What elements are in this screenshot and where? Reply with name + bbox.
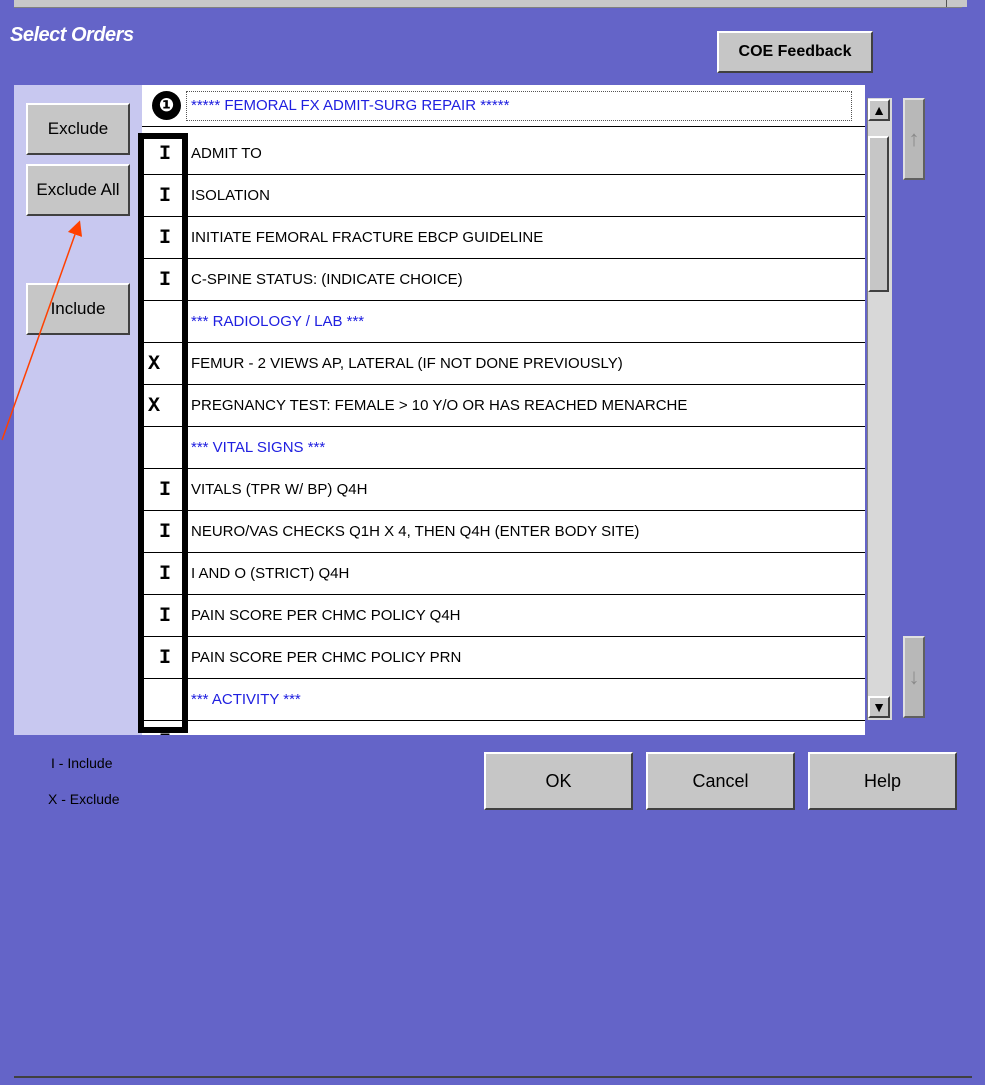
order-text: ***** FEMORAL FX ADMIT-SURG REPAIR *****: [191, 97, 510, 114]
include-button[interactable]: Include: [26, 283, 130, 335]
order-text: *** RADIOLOGY / LAB ***: [191, 313, 365, 330]
order-text: PREGNANCY TEST: FEMALE > 10 Y/O OR HAS R…: [191, 397, 688, 414]
order-text: I AND O (STRICT) Q4H: [191, 565, 350, 582]
page-down-button[interactable]: ↓: [903, 636, 925, 718]
order-text: INITIATE FEMORAL FRACTURE EBCP GUIDELINE: [191, 229, 544, 246]
order-row[interactable]: I ISOLATION: [142, 175, 865, 217]
scrollbar-thumb[interactable]: [868, 136, 889, 292]
window-title: Select Orders: [10, 24, 134, 46]
scroll-down-button[interactable]: ▼: [868, 696, 890, 718]
order-text: ISOLATION: [191, 187, 270, 204]
cancel-button[interactable]: Cancel: [646, 752, 795, 810]
section-header-row[interactable]: *** VITAL SIGNS ***: [142, 427, 865, 469]
coe-feedback-button[interactable]: COE Feedback: [717, 31, 873, 73]
order-row[interactable]: X PREGNANCY TEST: FEMALE > 10 Y/O OR HAS …: [142, 385, 865, 427]
order-row[interactable]: I C-SPINE STATUS: (INDICATE CHOICE): [142, 259, 865, 301]
order-text: PAIN SCORE PER CHMC POLICY PRN: [191, 649, 462, 666]
order-text: *** ACTIVITY ***: [191, 691, 301, 708]
order-row[interactable]: I ADMIT TO: [142, 133, 865, 175]
order-row[interactable]: X FEMUR - 2 VIEWS AP, LATERAL (IF NOT DON…: [142, 343, 865, 385]
down-arrow-icon: ↓: [908, 664, 920, 689]
order-row[interactable]: I PAIN SCORE PER CHMC POLICY Q4H: [142, 595, 865, 637]
order-row[interactable]: II AND O (STRICT) Q4H: [142, 553, 865, 595]
scroll-up-button[interactable]: ▲: [868, 99, 890, 121]
section-header-row[interactable]: ***** FEMORAL FX ADMIT-SURG REPAIR *****: [142, 85, 865, 127]
top-bar: [14, 0, 962, 8]
order-row[interactable]: I VITALS (TPR W/ BP) Q4H: [142, 469, 865, 511]
order-text: FEMUR - 2 VIEWS AP, LATERAL (IF NOT DONE…: [191, 355, 623, 372]
down-triangle-icon: ▼: [872, 699, 886, 715]
top-strip: [0, 0, 985, 12]
ok-button[interactable]: OK: [484, 752, 633, 810]
order-text: *** VITAL SIGNS ***: [191, 439, 326, 456]
order-text: VITALS (TPR W/ BP) Q4H: [191, 481, 368, 498]
help-button[interactable]: Help: [808, 752, 957, 810]
order-text: ADMIT TO: [191, 145, 262, 162]
legend-include: I - Include: [51, 755, 113, 771]
up-arrow-icon: ↑: [908, 126, 920, 151]
up-triangle-icon: ▲: [872, 102, 886, 118]
order-row[interactable]: IBEDREST (STRICT): [142, 721, 865, 736]
order-text: PAIN SCORE PER CHMC POLICY Q4H: [191, 607, 461, 624]
order-row[interactable]: I INITIATE FEMORAL FRACTURE EBCP GUIDELIN…: [142, 217, 865, 259]
order-text: NEURO/VAS CHECKS Q1H X 4, THEN Q4H (ENTE…: [191, 523, 640, 540]
page-up-button[interactable]: ↑: [903, 98, 925, 180]
exclude-button[interactable]: Exclude: [26, 103, 130, 155]
mark-column-highlight: [138, 133, 188, 733]
exclude-all-button[interactable]: Exclude All: [26, 164, 130, 216]
order-row[interactable]: I PAIN SCORE PER CHMC POLICY PRN: [142, 637, 865, 679]
section-header-row[interactable]: *** ACTIVITY ***: [142, 679, 865, 721]
callout-badge: ❶: [152, 91, 181, 120]
order-text: BEDREST (STRICT): [191, 721, 330, 735]
order-text: C-SPINE STATUS: (INDICATE CHOICE): [191, 271, 463, 288]
top-handle: [946, 0, 967, 7]
orders-list[interactable]: ***** FEMORAL FX ADMIT-SURG REPAIR *****…: [142, 85, 865, 735]
order-row[interactable]: I NEURO/VAS CHECKS Q1H X 4, THEN Q4H (ENT…: [142, 511, 865, 553]
bottom-border: [14, 1076, 972, 1078]
section-header-row[interactable]: *** RADIOLOGY / LAB ***: [142, 301, 865, 343]
legend-exclude: X - Exclude: [48, 791, 120, 807]
